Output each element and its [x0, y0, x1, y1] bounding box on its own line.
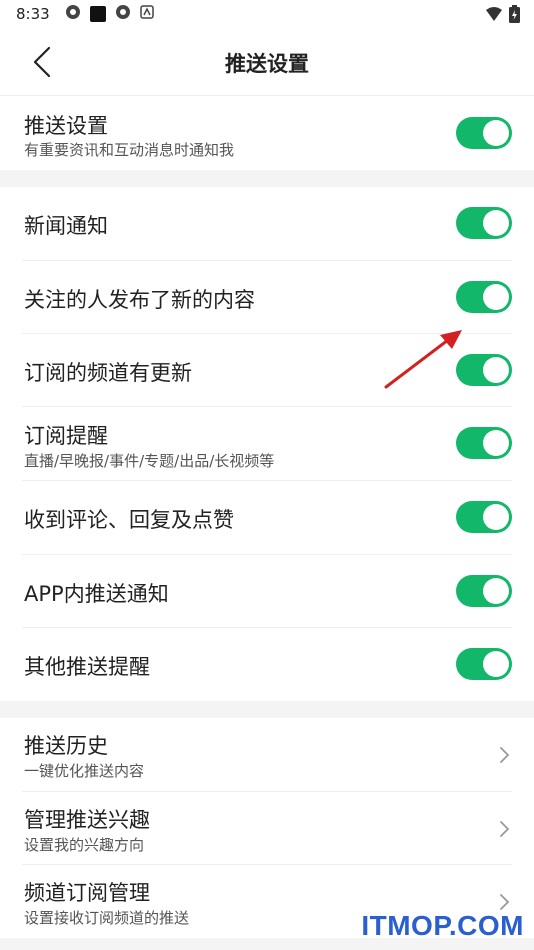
- notification-title: 订阅提醒: [24, 424, 108, 448]
- subscription-reminder-toggle[interactable]: [456, 427, 512, 459]
- app-notification-icon: [64, 3, 82, 25]
- notification-title: 其他推送提醒: [24, 655, 150, 679]
- push-master-toggle[interactable]: [456, 117, 512, 149]
- link-subtitle: 一键优化推送内容: [24, 762, 145, 780]
- push-master-title: 推送设置: [24, 114, 108, 138]
- link-title: 管理推送兴趣: [24, 808, 150, 832]
- push-master-row: 推送设置 有重要资讯和互动消息时通知我: [0, 97, 534, 170]
- watermark-text: ITMOP.COM: [361, 910, 524, 941]
- comments-likes-toggle[interactable]: [456, 501, 512, 533]
- chevron-right-icon: [500, 821, 510, 837]
- link-subtitle: 设置接收订阅频道的推送: [24, 909, 190, 927]
- link-subtitle: 设置我的兴趣方向: [24, 836, 145, 854]
- chevron-right-icon: [500, 894, 510, 910]
- notification-title: 新闻通知: [24, 214, 108, 238]
- page-title: 推送设置: [225, 52, 309, 76]
- push-master-subtitle: 有重要资讯和互动消息时通知我: [24, 141, 235, 159]
- notification-row-in-app: APP内推送通知: [0, 555, 534, 628]
- app-notification-icon: [114, 3, 132, 25]
- notification-row-followed: 关注的人发布了新的内容: [0, 261, 534, 334]
- status-bar: 8:33: [0, 0, 534, 28]
- link-title: 频道订阅管理: [24, 881, 150, 905]
- link-row-push-history[interactable]: 推送历史 一键优化推送内容: [0, 718, 534, 791]
- chevron-right-icon: [500, 747, 510, 763]
- battery-icon: [509, 5, 520, 27]
- notification-row-subscription: 订阅提醒 直播/早晚报/事件/专题/出品/长视频等: [0, 407, 534, 480]
- link-row-manage-interests[interactable]: 管理推送兴趣 设置我的兴趣方向: [0, 792, 534, 865]
- notification-title: APP内推送通知: [24, 582, 169, 606]
- notification-title: 订阅的频道有更新: [24, 361, 192, 385]
- notification-subtitle: 直播/早晚报/事件/专题/出品/长视频等: [24, 452, 275, 470]
- notification-title: 收到评论、回复及点赞: [24, 508, 234, 532]
- app-notification-icon: [139, 5, 154, 23]
- in-app-push-toggle[interactable]: [456, 575, 512, 607]
- section-gap: [0, 170, 534, 187]
- wifi-icon: [485, 6, 503, 26]
- notification-row-news: 新闻通知: [0, 187, 534, 260]
- other-push-toggle[interactable]: [456, 648, 512, 680]
- notification-row-other: 其他推送提醒: [0, 628, 534, 701]
- nav-bar: 推送设置: [0, 28, 534, 96]
- notification-title: 关注的人发布了新的内容: [24, 288, 255, 312]
- news-toggle[interactable]: [456, 207, 512, 239]
- link-title: 推送历史: [24, 734, 108, 758]
- status-time: 8:33: [16, 5, 50, 23]
- system-status-icons: [485, 5, 520, 27]
- app-notification-icon: [89, 6, 106, 22]
- section-gap: [0, 701, 534, 718]
- annotation-arrow-icon: [384, 330, 462, 389]
- followed-content-toggle[interactable]: [456, 281, 512, 313]
- notification-row-comments: 收到评论、回复及点赞: [0, 481, 534, 554]
